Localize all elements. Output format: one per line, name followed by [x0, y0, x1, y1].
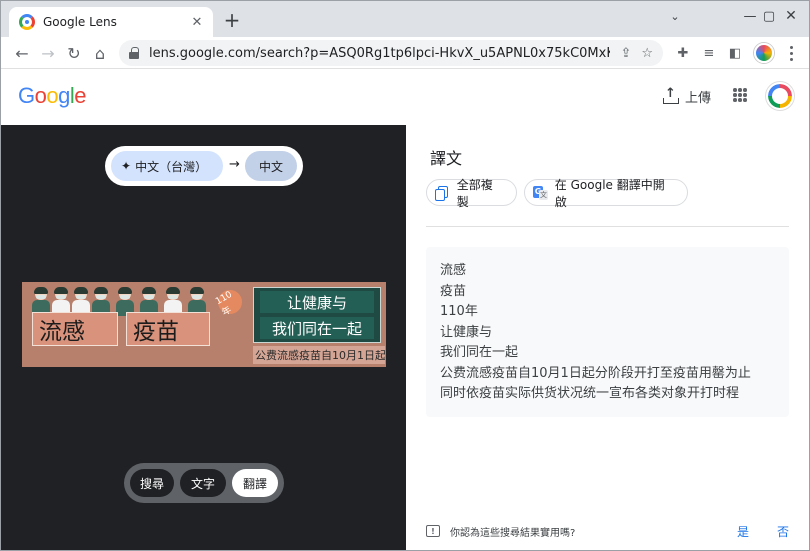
translation-results-pane: 譯文 全部複製 在 Google 翻譯中開啟 流感 疫苗 110年 让健康与 我… [406, 125, 809, 550]
upload-icon [663, 86, 679, 104]
copy-icon [435, 186, 448, 201]
logo-letter: o [46, 83, 59, 108]
mode-search-button[interactable]: 搜尋 [130, 469, 174, 497]
tab-close-icon[interactable]: ✕ [189, 15, 205, 30]
copy-all-label: 全部複製 [456, 177, 493, 209]
source-language-button[interactable]: ✦ 中文（台灣） [111, 151, 223, 181]
feedback-yes-button[interactable]: 是 [709, 523, 749, 540]
forward-button[interactable]: → [37, 42, 59, 64]
banner-slogan-line-1: 让健康与 [260, 291, 374, 313]
banner-slogan-box: 让健康与 我们同在一起 [253, 287, 381, 343]
chevron-down-icon[interactable]: ⌄ [665, 6, 685, 26]
mode-text-button[interactable]: 文字 [180, 469, 226, 497]
google-logo[interactable]: Google [18, 83, 87, 109]
bookmark-star-icon[interactable]: ☆ [641, 46, 653, 61]
extensions-puzzle-icon[interactable]: ✚ [673, 43, 693, 63]
banner-word-flu: 流感 [32, 312, 118, 346]
upload-button[interactable]: 上傳 [663, 86, 712, 106]
result-line[interactable]: 110年 [440, 302, 775, 323]
feedback-bar: ! 你認為這些搜尋結果實用嗎? 是 否 [426, 521, 789, 541]
logo-letter: g [58, 83, 70, 108]
language-selector: ✦ 中文（台灣） → 中文 [105, 146, 303, 186]
mode-switcher: 搜尋 文字 翻譯 [124, 463, 284, 503]
result-line[interactable]: 流感 [440, 261, 775, 282]
back-button[interactable]: ← [11, 42, 33, 64]
open-translate-label: 在 Google 翻譯中開啟 [554, 177, 665, 209]
banner-illustration [30, 284, 230, 316]
result-line[interactable]: 让健康与 [440, 323, 775, 344]
source-language-label: 中文（台灣） [135, 159, 208, 174]
google-lens-favicon-icon [19, 14, 35, 30]
more-options-icon[interactable] [783, 43, 799, 63]
arrow-right-icon: → [229, 157, 240, 172]
image-preview-pane: ✦ 中文（台灣） → 中文 110年 流感 疫苗 让健康与 我们同在一起 公费流… [1, 125, 406, 550]
result-line[interactable]: 疫苗 [440, 282, 775, 303]
tab-strip: Google Lens ✕ + ⌄ — ▢ ✕ [1, 1, 809, 37]
media-queue-icon[interactable]: ≡ [699, 43, 719, 63]
apps-grid-icon[interactable] [733, 88, 747, 102]
banner-small-text: 公费流感疫苗自10月1日起分阶段开打至疫苗用罄为止 [253, 346, 385, 364]
address-bar[interactable]: lens.google.com/search?p=ASQ0Rg1tp6lpci-… [119, 40, 663, 66]
mode-translate-button[interactable]: 翻譯 [232, 469, 278, 497]
lock-icon[interactable] [129, 47, 139, 59]
share-icon[interactable]: ⇪ [620, 46, 631, 61]
tab-title: Google Lens [43, 15, 117, 29]
home-button[interactable]: ⌂ [89, 42, 111, 64]
feedback-question: 你認為這些搜尋結果實用嗎? [450, 527, 576, 539]
feedback-icon: ! [426, 525, 440, 537]
result-line[interactable]: 我们同在一起 [440, 343, 775, 364]
upload-label: 上傳 [685, 91, 712, 106]
translated-text-box[interactable]: 流感 疫苗 110年 让健康与 我们同在一起 公费流感疫苗自10月1日起分阶段开… [426, 247, 789, 417]
browser-window: Google Lens ✕ + ⌄ — ▢ ✕ ← → ↻ ⌂ lens.goo… [0, 0, 810, 551]
banner-slogan-line-2: 我们同在一起 [260, 317, 374, 339]
divider [426, 226, 789, 227]
profile-avatar-small[interactable] [754, 43, 774, 63]
copy-all-button[interactable]: 全部複製 [426, 178, 517, 209]
target-language-button[interactable]: 中文 [245, 151, 297, 181]
side-panel-icon[interactable]: ◧ [725, 43, 745, 63]
new-tab-button[interactable]: + [222, 10, 242, 30]
sparkle-icon: ✦ [121, 159, 132, 173]
reload-button[interactable]: ↻ [63, 42, 85, 64]
logo-letter: G [18, 83, 35, 108]
close-window-button[interactable]: ✕ [771, 1, 809, 31]
feedback-no-button[interactable]: 否 [749, 523, 789, 540]
account-avatar[interactable] [766, 82, 794, 110]
logo-letter: e [74, 83, 87, 108]
result-line[interactable]: 公费流感疫苗自10月1日起分阶段开打至疫苗用罄为止 [440, 364, 775, 385]
logo-letter: o [34, 83, 47, 108]
translated-image-banner[interactable]: 110年 流感 疫苗 让健康与 我们同在一起 公费流感疫苗自10月1日起分阶段开… [22, 282, 386, 367]
open-in-google-translate-button[interactable]: 在 Google 翻譯中開啟 [524, 178, 688, 209]
google-translate-icon [533, 185, 548, 200]
translation-title: 譯文 [430, 149, 463, 168]
tab-google-lens[interactable]: Google Lens ✕ [9, 7, 213, 37]
result-line[interactable]: 同时依疫苗实际供货状况统一宣布各类对象开打时程 [440, 384, 775, 405]
google-header: Google 上傳 [1, 69, 809, 125]
banner-word-vaccine: 疫苗 [126, 312, 210, 346]
url-text[interactable]: lens.google.com/search?p=ASQ0Rg1tp6lpci-… [149, 46, 610, 61]
browser-toolbar: ← → ↻ ⌂ lens.google.com/search?p=ASQ0Rg1… [1, 37, 809, 69]
